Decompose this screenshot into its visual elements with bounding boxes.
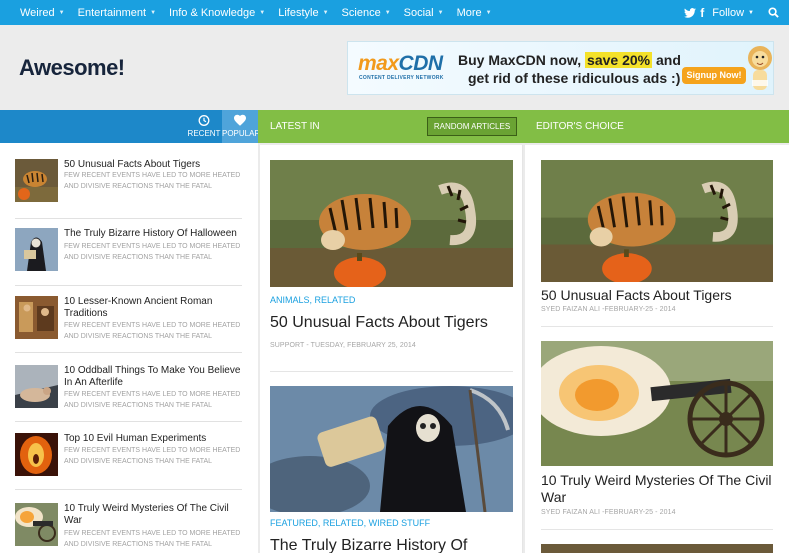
list-item[interactable]: 10 Oddball Things To Make You Believe In… (15, 365, 242, 422)
list-item-title[interactable]: The Truly Bizarre History Of Halloween (64, 228, 244, 240)
list-item[interactable]: 50 Unusual Facts About Tigers FEW RECENT… (15, 159, 242, 219)
twitter-icon[interactable] (684, 7, 697, 18)
nav-item-weired[interactable]: Weired ▼ (20, 7, 65, 19)
editor-post-meta: SYED FAIZAN ALI -FEBRUARY-25 - 2014 (541, 306, 676, 313)
tab-recent[interactable]: RECENT (187, 114, 221, 138)
facebook-icon[interactable]: f (700, 6, 704, 20)
tab-latest-in[interactable]: LATEST IN (270, 121, 320, 132)
list-item-excerpt: FEW RECENT EVENTS HAVE LED TO MORE HEATE… (64, 530, 241, 548)
list-item-excerpt: FEW RECENT EVENTS HAVE LED TO MORE HEATE… (64, 172, 241, 190)
list-item-title[interactable]: 10 Lesser-Known Ancient Roman Traditions (64, 296, 244, 320)
clock-icon (198, 115, 210, 126)
chevron-down-icon: ▼ (485, 9, 492, 16)
list-item-excerpt: FEW RECENT EVENTS HAVE LED TO MORE HEATE… (64, 447, 241, 465)
site-logo[interactable]: Awesome! (19, 55, 125, 81)
lion-mascot-icon (748, 46, 772, 90)
chevron-down-icon: ▼ (58, 9, 65, 16)
nav-right: f Follow ▼ (684, 0, 779, 25)
ad-signup-button[interactable]: Signup Now! (682, 67, 746, 84)
sidebar-tab-bar: RECENT POPULAR (0, 110, 260, 143)
ad-copy-line1: Buy MaxCDN now, save 20% and (458, 52, 681, 68)
list-item-title[interactable]: Top 10 Evil Human Experiments (64, 433, 244, 445)
grim-reaper-featured-image[interactable] (270, 386, 513, 512)
post-categories[interactable]: FEATURED, RELATED, WIRED STUFF (270, 518, 430, 528)
chevron-down-icon: ▼ (384, 9, 391, 16)
post-title[interactable]: The Truly Bizarre History Of (270, 536, 513, 553)
search-icon[interactable] (768, 7, 779, 18)
tab-editors-choice[interactable]: EDITOR'S CHOICE (536, 121, 624, 132)
site-header: Awesome! maxCDN CONTENT DELIVERY NETWORK… (0, 25, 789, 110)
follow-button[interactable]: Follow ▼ (712, 7, 754, 19)
editor-post-title[interactable]: 50 Unusual Facts About Tigers (541, 287, 773, 304)
nav-item-more[interactable]: More ▼ (457, 7, 492, 19)
afterlife-thumbnail (15, 365, 58, 408)
roman-painting-thumbnail (15, 296, 58, 339)
heart-icon (234, 114, 246, 126)
list-item[interactable]: 10 Lesser-Known Ancient Roman Traditions… (15, 296, 242, 353)
ad-brand-tagline: CONTENT DELIVERY NETWORK (359, 75, 444, 81)
nav-item-entertainment[interactable]: Entertainment ▼ (78, 7, 156, 19)
editor-post-title[interactable]: 10 Truly Weird Mysteries Of The Civil Wa… (541, 472, 773, 506)
list-item[interactable]: The Truly Bizarre History Of Halloween F… (15, 228, 242, 286)
random-articles-button[interactable]: RANDOM ARTICLES (427, 117, 517, 136)
latest-column: ANIMALS, RELATED 50 Unusual Facts About … (260, 145, 523, 553)
nav-item-info-knowledge[interactable]: Info & Knowledge ▼ (169, 7, 265, 19)
sidebar-popular-list: 50 Unusual Facts About Tigers FEW RECENT… (0, 143, 258, 553)
tiger-editor-image[interactable] (541, 160, 773, 282)
list-item[interactable]: Top 10 Evil Human Experiments FEW RECENT… (15, 433, 242, 490)
nav-item-lifestyle[interactable]: Lifestyle ▼ (278, 7, 328, 19)
chevron-down-icon: ▼ (259, 9, 266, 16)
main-menu: Weired ▼ Entertainment ▼ Info & Knowledge ▼… (20, 0, 505, 25)
chevron-down-icon: ▼ (437, 9, 444, 16)
post-title[interactable]: 50 Unusual Facts About Tigers (270, 313, 513, 332)
chevron-down-icon: ▼ (150, 9, 157, 16)
top-nav: Weired ▼ Entertainment ▼ Info & Knowledge ▼… (0, 0, 789, 25)
editors-choice-column: 50 Unusual Facts About Tigers SYED FAIZA… (525, 145, 789, 553)
civil-war-cannon-image[interactable] (541, 341, 773, 466)
list-item-excerpt: FEW RECENT EVENTS HAVE LED TO MORE HEATE… (64, 243, 241, 261)
ad-brand-logo: maxCDN (358, 52, 443, 75)
list-item[interactable]: 10 Truly Weird Mysteries Of The Civil Wa… (15, 503, 242, 553)
tab-popular[interactable]: POPULAR (222, 110, 260, 143)
ad-copy-line2: get rid of these ridiculous ads :) (468, 70, 681, 86)
content-tab-bar: LATEST IN RANDOM ARTICLES EDITOR'S CHOIC… (258, 110, 789, 143)
tiger-featured-image[interactable] (270, 160, 513, 287)
post-categories[interactable]: ANIMALS, RELATED (270, 295, 355, 305)
list-item-title[interactable]: 10 Oddball Things To Make You Believe In… (64, 365, 244, 389)
maxcdn-ad-banner[interactable]: maxCDN CONTENT DELIVERY NETWORK Buy MaxC… (347, 41, 774, 95)
grim-reaper-thumbnail (15, 228, 58, 271)
evil-experiments-thumbnail (15, 433, 58, 476)
post-meta: SUPPORT - TUESDAY, FEBRUARY 25, 2014 (270, 342, 416, 349)
civil-war-cannon-thumbnail (15, 503, 58, 546)
list-item-title[interactable]: 10 Truly Weird Mysteries Of The Civil Wa… (64, 503, 244, 527)
chevron-down-icon: ▼ (322, 9, 329, 16)
chevron-down-icon: ▼ (748, 9, 754, 16)
next-article-image[interactable] (541, 544, 773, 553)
editor-post-meta: SYED FAIZAN ALI -FEBRUARY-25 - 2014 (541, 509, 676, 516)
divider (270, 371, 513, 372)
list-item-excerpt: FEW RECENT EVENTS HAVE LED TO MORE HEATE… (64, 322, 241, 340)
tiger-thumbnail (15, 159, 58, 202)
list-item-excerpt: FEW RECENT EVENTS HAVE LED TO MORE HEATE… (64, 391, 241, 409)
nav-item-science[interactable]: Science ▼ (342, 7, 391, 19)
divider (541, 326, 773, 327)
divider (541, 529, 773, 530)
nav-item-social[interactable]: Social ▼ (404, 7, 444, 19)
